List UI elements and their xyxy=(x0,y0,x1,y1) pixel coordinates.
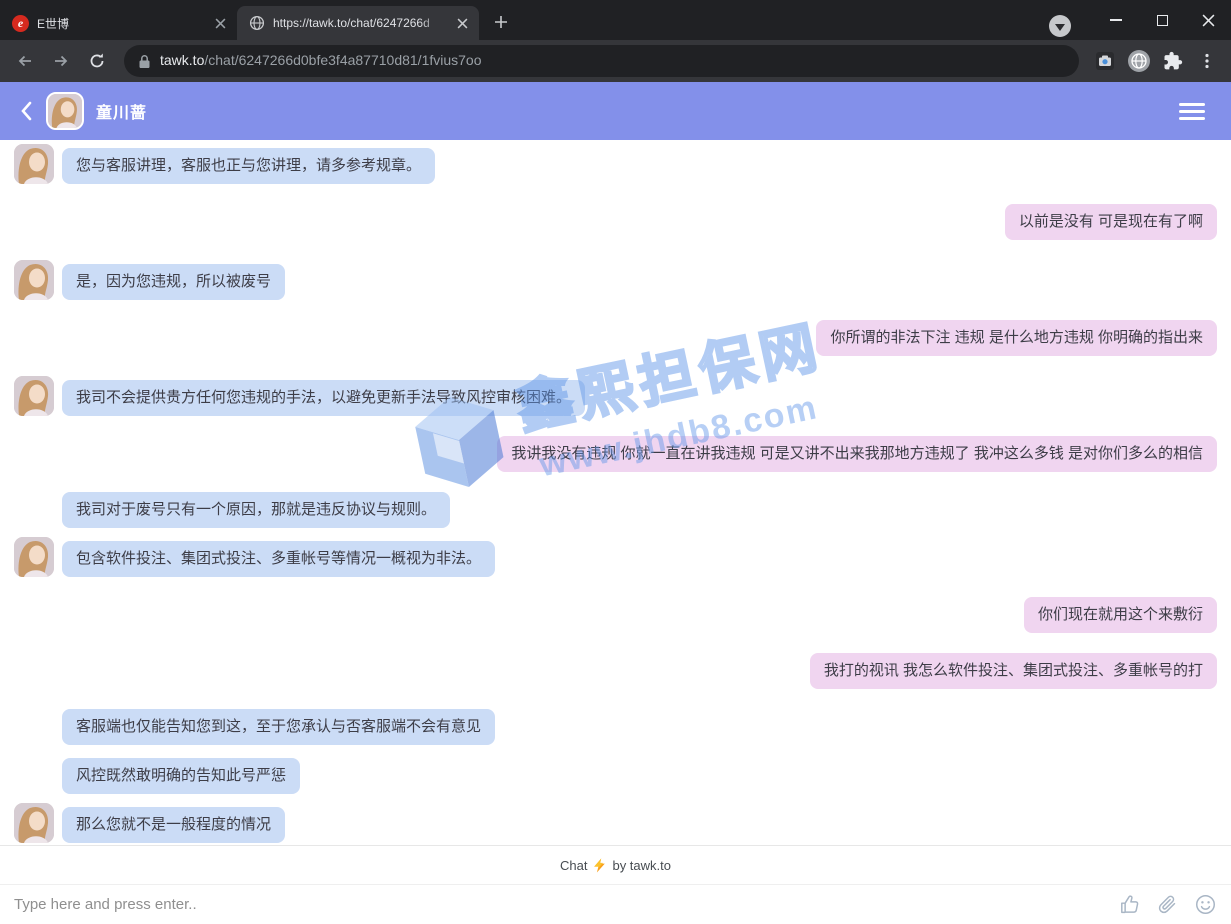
tab-esb[interactable]: e E世博 xyxy=(0,6,237,40)
maximize-button[interactable] xyxy=(1139,4,1185,36)
agent-message-row: 我司对于废号只有一个原因，那就是违反协议与规则。包含软件投注、集团式投注、多重帐… xyxy=(14,492,1217,577)
visitor-message-row: 你们现在就用这个来敷衍 xyxy=(14,597,1217,633)
chat-bubble: 以前是没有 可是现在有了啊 xyxy=(1005,204,1217,240)
media-controls-button[interactable] xyxy=(1049,15,1071,37)
tab-title: https://tawk.to/chat/6247266d xyxy=(273,16,445,30)
smiley-icon xyxy=(1195,894,1216,915)
emoji-button[interactable] xyxy=(1193,893,1217,917)
minimize-icon xyxy=(1110,19,1122,21)
chat-bubble: 我讲我没有违规 你就一直在讲我违规 可是又讲不出来我那地方违规了 我冲这么多钱 … xyxy=(497,436,1217,472)
screenshot-extension-button[interactable] xyxy=(1091,47,1119,75)
agent-avatar xyxy=(14,803,54,843)
browser-menu-button[interactable] xyxy=(1193,47,1221,75)
close-window-button[interactable] xyxy=(1185,4,1231,36)
minimize-button[interactable] xyxy=(1093,4,1139,36)
chat-header: 童川蔷 xyxy=(0,82,1231,140)
visitor-message-row: 我讲我没有违规 你就一直在讲我违规 可是又讲不出来我那地方违规了 我冲这么多钱 … xyxy=(14,436,1217,472)
agent-avatar xyxy=(14,260,54,300)
chat-bubble: 你们现在就用这个来敷衍 xyxy=(1024,597,1217,633)
chat-menu-button[interactable] xyxy=(1179,103,1205,120)
extensions-button[interactable] xyxy=(1159,47,1187,75)
agent-avatar xyxy=(14,537,54,577)
puzzle-icon xyxy=(1163,51,1183,71)
tab-close-icon[interactable] xyxy=(211,14,229,32)
profile-globe-icon xyxy=(1127,49,1151,73)
agent-message-row: 客服端也仅能告知您到这，至于您承认与否客服端不会有意见风控既然敢明确的告知此号严… xyxy=(14,709,1217,843)
chat-bubble: 我司不会提供贵方任何您违规的手法，以避免更新手法导致风控审核困难。 xyxy=(62,380,585,416)
tab-close-icon[interactable] xyxy=(453,14,471,32)
tab-strip: e E世博 https://tawk.to/chat/6247266d xyxy=(0,0,1231,40)
chat-bubble: 风控既然敢明确的告知此号严惩 xyxy=(62,758,300,794)
lock-icon xyxy=(138,54,151,69)
chat-footer: Chat by tawk.to xyxy=(0,845,1231,924)
branding-prefix: Chat xyxy=(560,858,587,873)
agent-message-row: 是，因为您违规，所以被废号 xyxy=(14,260,1217,300)
lightning-bolt-icon xyxy=(593,858,606,873)
visitor-message-row: 以前是没有 可是现在有了啊 xyxy=(14,204,1217,240)
paperclip-icon xyxy=(1157,894,1178,915)
maximize-icon xyxy=(1157,15,1168,26)
agent-message-row: 您与客服讲理，客服也正与您讲理，请多参考规章。 xyxy=(14,144,1217,184)
back-chevron-icon[interactable] xyxy=(18,100,34,122)
browser-toolbar: tawk.to/chat/6247266d0bfe3f4a87710d81/1f… xyxy=(0,40,1231,82)
agent-avatar xyxy=(46,92,84,130)
visitor-message-row: 我打的视讯 我怎么软件投注、集团式投注、多重帐号的打 xyxy=(14,653,1217,689)
chat-message-input[interactable] xyxy=(14,896,1103,913)
window-controls xyxy=(1049,0,1231,40)
agent-message-row: 我司不会提供贵方任何您违规的手法，以避免更新手法导致风控审核困难。 xyxy=(14,376,1217,416)
chat-bubble: 包含软件投注、集团式投注、多重帐号等情况一概视为非法。 xyxy=(62,541,495,577)
composer xyxy=(0,884,1231,924)
tab-tawk-chat[interactable]: https://tawk.to/chat/6247266d xyxy=(237,6,479,40)
chat-bubble: 您与客服讲理，客服也正与您讲理，请多参考规章。 xyxy=(62,148,435,184)
back-arrow-icon xyxy=(16,52,34,70)
kebab-menu-icon xyxy=(1198,52,1216,70)
chat-bubble: 是，因为您违规，所以被废号 xyxy=(62,264,285,300)
back-button[interactable] xyxy=(10,46,40,76)
camera-icon xyxy=(1095,51,1115,71)
message-list: 您与客服讲理，客服也正与您讲理，请多参考规章。以前是没有 可是现在有了啊 是，因… xyxy=(0,140,1231,845)
reload-icon xyxy=(88,52,106,70)
agent-avatar xyxy=(14,144,54,184)
tawkto-branding-link[interactable]: Chat by tawk.to xyxy=(0,845,1231,884)
address-bar[interactable]: tawk.to/chat/6247266d0bfe3f4a87710d81/1f… xyxy=(124,45,1079,77)
chevron-down-icon xyxy=(1055,24,1065,31)
feedback-button[interactable] xyxy=(1117,893,1141,917)
close-icon xyxy=(1202,14,1215,27)
chat-bubble: 你所谓的非法下注 违规 是什么地方违规 你明确的指出来 xyxy=(816,320,1217,356)
branding-suffix: by tawk.to xyxy=(612,858,671,873)
visitor-message-row: 你所谓的非法下注 违规 是什么地方违规 你明确的指出来 xyxy=(14,320,1217,356)
forward-arrow-icon xyxy=(52,52,70,70)
thumbs-up-icon xyxy=(1119,894,1140,915)
attach-file-button[interactable] xyxy=(1155,893,1179,917)
url-host: tawk.to xyxy=(160,52,204,68)
chat-bubble: 我打的视讯 我怎么软件投注、集团式投注、多重帐号的打 xyxy=(810,653,1217,689)
globe-favicon-icon xyxy=(249,15,265,31)
chat-bubble: 我司对于废号只有一个原因，那就是违反协议与规则。 xyxy=(62,492,450,528)
agent-name: 童川蔷 xyxy=(96,99,1167,123)
new-tab-button[interactable] xyxy=(487,8,515,36)
esb-favicon-icon: e xyxy=(12,15,29,32)
tab-title: E世博 xyxy=(37,15,203,32)
forward-button[interactable] xyxy=(46,46,76,76)
hamburger-icon xyxy=(1179,103,1205,106)
browser-window: e E世博 https://tawk.to/chat/6247266d xyxy=(0,0,1231,924)
chat-bubble: 那么您就不是一般程度的情况 xyxy=(62,807,285,843)
reload-button[interactable] xyxy=(82,46,112,76)
chat-bubble: 客服端也仅能告知您到这，至于您承认与否客服端不会有意见 xyxy=(62,709,495,745)
url-path: /chat/6247266d0bfe3f4a87710d81/1fvius7oo xyxy=(204,52,481,68)
profile-button[interactable] xyxy=(1125,47,1153,75)
agent-avatar xyxy=(14,376,54,416)
